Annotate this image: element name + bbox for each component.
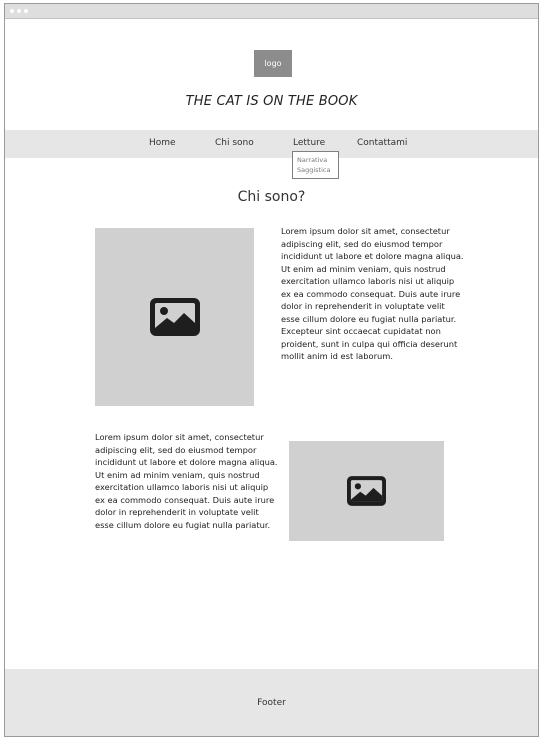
footer-label: Footer — [257, 698, 286, 708]
nav-item-letture[interactable]: Letture — [293, 138, 325, 148]
footer: Footer — [5, 669, 538, 736]
logo[interactable]: logo — [254, 50, 292, 77]
nav-item-home[interactable]: Home — [149, 138, 176, 148]
nav-item-contattami[interactable]: Contattami — [357, 138, 407, 148]
section-title: Chi sono? — [237, 189, 306, 205]
image-icon — [347, 476, 386, 506]
site-title: THE CAT IS ON THE BOOK — [185, 94, 358, 109]
paragraph-text: Lorem ipsum dolor sit amet, consectetur … — [95, 432, 278, 530]
nav-item-chi-sono[interactable]: Chi sono — [215, 138, 254, 148]
browser-window: logo THE CAT IS ON THE BOOK Home Chi son… — [4, 3, 539, 737]
nav-bar: Home Chi sono Letture Contattami — [5, 130, 538, 158]
dropdown-item-narrativa[interactable]: Narrativa — [297, 155, 338, 165]
window-titlebar — [5, 4, 538, 19]
image-placeholder — [95, 228, 254, 406]
window-control-dot[interactable] — [10, 9, 14, 13]
dropdown-item-saggistica[interactable]: Saggistica — [297, 165, 338, 175]
window-control-dot[interactable] — [17, 9, 21, 13]
image-placeholder — [289, 441, 444, 541]
window-control-dot[interactable] — [24, 9, 28, 13]
paragraph-text: Lorem ipsum dolor sit amet, consectetur … — [281, 226, 464, 361]
letture-dropdown-menu: Narrativa Saggistica — [292, 151, 339, 179]
image-icon — [150, 298, 200, 336]
